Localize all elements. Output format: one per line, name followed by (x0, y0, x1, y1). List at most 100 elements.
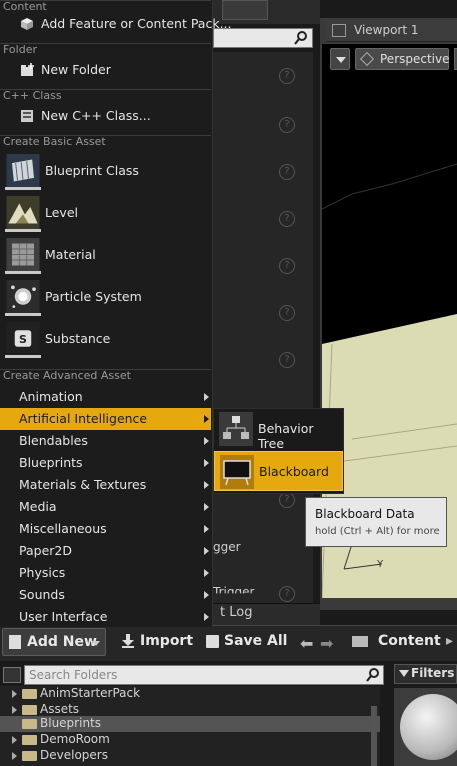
tree-item[interactable]: AnimStarterPack (0, 686, 380, 702)
document-icon (9, 635, 21, 649)
help-icon[interactable]: ? (279, 492, 295, 508)
help-icon[interactable]: ? (279, 211, 295, 227)
tooltip: Blackboard Data hold (Ctrl + Alt) for mo… (305, 497, 447, 547)
menu-item-label: User Interface (19, 609, 108, 624)
save-icon (206, 635, 219, 648)
blueprints-menu-item[interactable]: Blueprints (0, 452, 211, 474)
submenu-arrow-icon (204, 591, 209, 599)
perspective-icon (359, 51, 375, 67)
submenu-arrow-icon (204, 547, 209, 555)
menu-item-label: Substance (45, 331, 111, 346)
tree-item[interactable]: DemoRoom (0, 732, 380, 748)
asset-tile[interactable] (394, 688, 457, 766)
behavior-tree-icon (219, 412, 253, 446)
folder-tree: AnimStarterPack Assets Blueprints DemoRo… (0, 686, 380, 766)
toggle-sources-button[interactable] (3, 667, 21, 683)
help-icon[interactable]: ? (279, 352, 295, 368)
folder-icon (22, 751, 37, 761)
miscellaneous-menu-item[interactable]: Miscellaneous (0, 518, 211, 540)
add-feature-menu-item[interactable]: Add Feature or Content Pack... (0, 13, 232, 35)
help-icon[interactable]: ? (279, 117, 295, 133)
particle-system-menu-item[interactable]: Particle System (0, 278, 211, 318)
tree-item-selected[interactable]: Blueprints (0, 716, 380, 732)
behavior-tree-menu-item[interactable]: Behavior Tree (214, 409, 343, 451)
menu-item-label: New Folder (41, 62, 111, 77)
menu-item-label: Animation (19, 389, 83, 404)
perspective-label: Perspective (380, 52, 450, 66)
download-icon (122, 634, 134, 648)
folder-icon (22, 705, 37, 715)
blueprint-class-menu-item[interactable]: Blueprint Class (0, 152, 211, 192)
tooltip-hint: hold (Ctrl + Alt) for more (315, 526, 440, 537)
paper2d-menu-item[interactable]: Paper2D (0, 540, 211, 562)
menu-item-label: Materials & Textures (19, 477, 147, 492)
back-arrow-icon[interactable]: ⬅ (300, 634, 313, 653)
viewport-icon (332, 24, 346, 37)
blendables-menu-item[interactable]: Blendables (0, 430, 211, 452)
add-new-button[interactable]: Add New (2, 628, 106, 656)
new-folder-icon (21, 63, 34, 76)
perspective-button[interactable]: Perspective (355, 48, 450, 70)
svg-text:Y: Y (376, 559, 384, 570)
cube-add-icon (21, 18, 33, 30)
animation-menu-item[interactable]: Animation (0, 386, 211, 408)
help-icon[interactable]: ? (279, 258, 295, 274)
chevron-down-icon (92, 641, 100, 646)
materials-textures-menu-item[interactable]: Materials & Textures (0, 474, 211, 496)
menu-item-label: New C++ Class... (41, 108, 151, 123)
new-folder-menu-item[interactable]: New Folder (0, 59, 211, 81)
details-list (213, 52, 313, 607)
media-menu-item[interactable]: Media (0, 496, 211, 518)
help-icon[interactable]: ? (279, 68, 295, 84)
viewport-tab-label: Viewport 1 (354, 23, 419, 37)
tree-item-label: Blueprints (40, 716, 102, 730)
filters-button[interactable]: Filters (394, 664, 457, 684)
artificial-intelligence-menu-item[interactable]: Artificial Intelligence (0, 408, 211, 430)
ai-submenu: Behavior Tree Blackboard (213, 408, 344, 494)
user-interface-menu-item[interactable]: User Interface (0, 606, 211, 628)
submenu-arrow-icon (204, 437, 209, 445)
folder-search-field[interactable] (24, 665, 384, 685)
sounds-menu-item[interactable]: Sounds (0, 584, 211, 606)
substance-icon: S (5, 322, 41, 358)
folder-search-input[interactable] (27, 666, 357, 684)
tree-item-label: Assets (40, 702, 80, 716)
blackboard-menu-item[interactable]: Blackboard (214, 451, 343, 491)
viewport-tab[interactable]: Viewport 1 (326, 20, 457, 42)
submenu-arrow-icon (204, 459, 209, 467)
submenu-arrow-icon (204, 415, 209, 423)
menu-item-label: Level (45, 205, 78, 220)
help-icon[interactable]: ? (279, 586, 295, 602)
details-search-input[interactable] (213, 28, 313, 48)
section-header-cpp: C++ Class (0, 89, 211, 105)
substance-menu-item[interactable]: S Substance (0, 320, 211, 360)
breadcrumb-arrow-icon[interactable]: ▸ (446, 633, 453, 649)
save-all-label: Save All (224, 633, 288, 649)
import-label: Import (140, 633, 194, 649)
folder-tree-scrollbar[interactable] (371, 706, 377, 766)
expand-arrow-icon[interactable] (12, 752, 17, 760)
viewport-options-button[interactable] (330, 48, 350, 70)
level-menu-item[interactable]: Level (0, 194, 211, 234)
material-menu-item[interactable]: Material (0, 236, 211, 276)
help-icon[interactable]: ? (279, 305, 295, 321)
forward-arrow-icon[interactable]: ➡ (320, 634, 333, 653)
save-all-button[interactable]: Save All (200, 628, 290, 656)
tree-item-label: AnimStarterPack (40, 686, 141, 700)
physics-menu-item[interactable]: Physics (0, 562, 211, 584)
expand-arrow-icon[interactable] (12, 706, 17, 714)
menu-item-label: Sounds (19, 587, 65, 602)
path-breadcrumb-content[interactable]: Content (378, 633, 441, 649)
import-button[interactable]: Import (112, 628, 198, 656)
material-preview-sphere (400, 694, 457, 760)
expand-arrow-icon[interactable] (12, 736, 17, 744)
submenu-arrow-icon (204, 503, 209, 511)
tree-item[interactable]: Developers (0, 748, 380, 764)
submenu-arrow-icon (204, 569, 209, 577)
menu-item-label: Blendables (19, 433, 88, 448)
help-icon[interactable]: ? (279, 164, 295, 180)
expand-arrow-icon[interactable] (12, 690, 17, 698)
menu-item-label: Material (45, 247, 96, 262)
new-cpp-class-menu-item[interactable]: New C++ Class... (0, 105, 211, 127)
tooltip-title: Blackboard Data (315, 507, 415, 521)
